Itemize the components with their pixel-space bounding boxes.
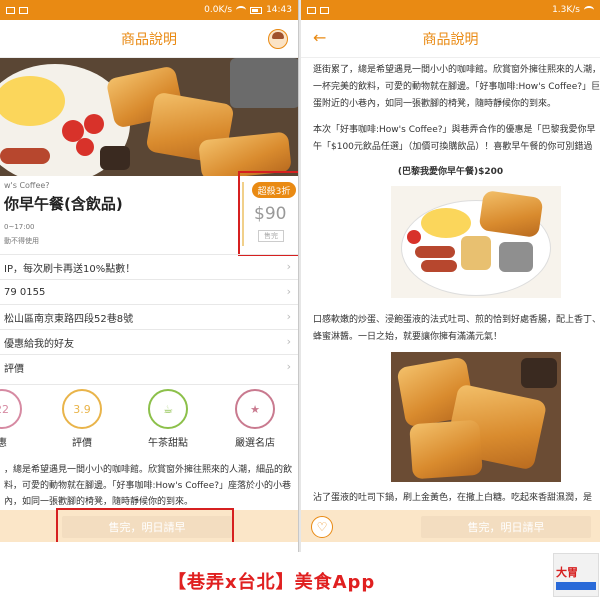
french-toast-description: 沾了蛋液的吐司下鍋，刷上金黃色，在撒上白糖。吃起來香甜濕潤，是 xyxy=(313,493,593,503)
heart-icon[interactable]: ♡ xyxy=(311,516,333,538)
footer-caption-area: 【巷弄x台北】美食App xyxy=(0,552,600,600)
nav-bar xyxy=(0,542,298,552)
screenshot-stage: 0.0K/s 14:43 商品說明 w's Coffee? 你早午餐(含飲品) … xyxy=(0,0,600,600)
status-bar: 0.0K/s 14:43 xyxy=(0,0,298,20)
product-name: 你早午餐(含飲品) xyxy=(4,195,123,213)
notification-icon xyxy=(19,6,28,14)
feature-icons: 22 惠 3.9 評價 ☕ 午茶甜點 ★ 嚴選名店 xyxy=(0,384,298,454)
site-logo: 大胃 xyxy=(553,553,599,597)
french-toast-photo xyxy=(391,352,561,482)
network-speed: 1.3K/s xyxy=(552,5,580,15)
promo-paragraph: 本次「好事咖啡:How's Coffee?」與巷弄合作的優惠是「巴黎我愛你早午「… xyxy=(313,125,596,152)
notification-icon xyxy=(307,6,316,14)
left-phone-screen: 0.0K/s 14:43 商品說明 w's Coffee? 你早午餐(含飲品) … xyxy=(0,0,299,552)
description: ，總是希望遇見一間小小的咖啡館。欣賞窗外擁往熙來的人潮，細品的飲料，可愛的動物就… xyxy=(4,465,293,507)
list-item[interactable]: 79 0155 › xyxy=(0,279,298,304)
notification-icon xyxy=(320,6,329,14)
right-phone-screen: 1.3K/s ← 商品說明 逛街累了，總是希望遇見一間小小的咖啡館。欣賞窗外擁往… xyxy=(301,0,600,552)
chevron-right-icon: › xyxy=(286,360,291,373)
status-bar: 1.3K/s xyxy=(301,0,600,20)
bottom-bar: ♡ 售完，明日請早 xyxy=(301,510,600,542)
breakfast-photo xyxy=(391,186,561,298)
back-arrow-icon[interactable]: ← xyxy=(313,28,326,47)
wifi-icon xyxy=(236,6,247,14)
caption: 【巷弄x台北】美食App xyxy=(168,572,376,593)
icon-rating[interactable]: 3.9 評價 xyxy=(52,389,112,449)
highlight-box-button xyxy=(56,508,234,544)
list-item[interactable]: 松山區南京東路四段52巷8號 › xyxy=(0,304,298,329)
nav-bar xyxy=(301,542,600,552)
notification-icon xyxy=(6,6,15,14)
page-title: 商品說明 xyxy=(422,31,479,48)
opening-hours: 0~17:00 xyxy=(4,223,35,231)
chevron-right-icon: › xyxy=(286,310,291,323)
icon-afternoon-tea[interactable]: ☕ 午茶甜點 xyxy=(138,389,198,449)
app-bar: ← 商品說明 xyxy=(301,20,600,58)
app-bar: 商品說明 xyxy=(0,20,298,58)
page-title: 商品說明 xyxy=(121,31,177,48)
highlight-box-price xyxy=(238,171,298,256)
menu-subtitle: (巴黎我愛你早午餐)$200 xyxy=(397,167,504,177)
wifi-icon xyxy=(584,6,594,14)
medal-icon: ★ xyxy=(235,389,275,429)
network-speed: 0.0K/s xyxy=(204,5,233,15)
shop-name: w's Coffee? xyxy=(4,181,50,190)
list-item[interactable]: 評價 › xyxy=(0,354,298,379)
chevron-right-icon: › xyxy=(286,260,291,273)
avatar-icon[interactable] xyxy=(268,29,288,49)
icon-discount[interactable]: 22 惠 xyxy=(0,389,32,449)
chevron-right-icon: › xyxy=(286,335,291,348)
icon-select-shop[interactable]: ★ 嚴選名店 xyxy=(225,389,285,449)
info-list: IP，每次刷卡再送10%點數！ › 79 0155 › 松山區南京東路四段52巷8號… xyxy=(0,254,298,379)
usage-note: 動不得使用 xyxy=(4,237,39,245)
description-paragraph: 逛街累了，總是希望遇見一間小小的咖啡館。欣賞窗外擁往熙來的人潮，一杯完美的飲料，… xyxy=(313,65,600,109)
clock: 14:43 xyxy=(266,5,292,15)
chevron-right-icon: › xyxy=(286,285,291,298)
product-photo xyxy=(0,58,298,176)
list-item[interactable]: 優惠給我的好友 › xyxy=(0,329,298,354)
sold-out-button[interactable]: 售完，明日請早 xyxy=(421,516,591,538)
battery-icon xyxy=(250,6,263,14)
breakfast-description: 口感軟嫩的炒蛋、浸飽蛋液的法式吐司、煎的恰到好處香腸，配上香丁、蜂蜜淋醬。一日之… xyxy=(313,315,600,342)
list-item[interactable]: IP，每次刷卡再送10%點數！ › xyxy=(0,254,298,279)
teacup-icon: ☕ xyxy=(148,389,188,429)
